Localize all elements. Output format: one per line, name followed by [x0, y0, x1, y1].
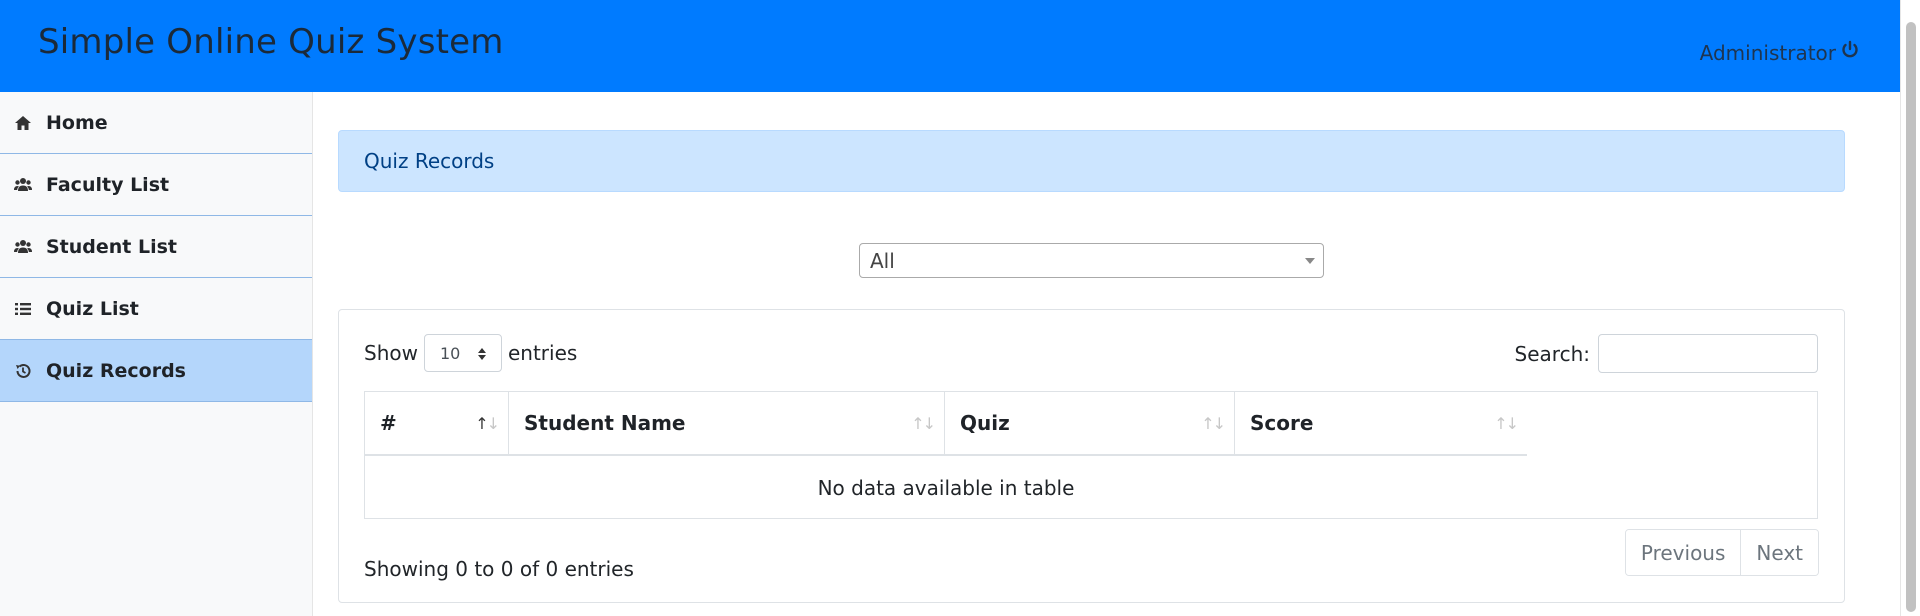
- sidebar-item-faculty-list[interactable]: Faculty List: [0, 154, 312, 216]
- sidebar-item-student-list[interactable]: Student List: [0, 216, 312, 278]
- sort-icon: ↑↓: [1494, 414, 1519, 433]
- quiz-filter-select[interactable]: All: [859, 243, 1324, 278]
- records-table: # ↑↓ Student Name ↑↓ Quiz ↑↓ Score ↑↓ No…: [364, 391, 1818, 519]
- column-header-score[interactable]: Score ↑↓: [1235, 392, 1527, 454]
- page-scrollbar[interactable]: [1900, 0, 1920, 616]
- column-header-student-name[interactable]: Student Name ↑↓: [509, 392, 945, 454]
- users-icon: [14, 176, 32, 194]
- list-icon: [14, 300, 32, 318]
- search-label: Search:: [1514, 341, 1590, 366]
- select-arrows-icon: [477, 348, 486, 360]
- chevron-down-icon: [1305, 258, 1315, 264]
- entries-label: entries: [507, 341, 578, 365]
- sidebar-item-home[interactable]: Home: [0, 92, 312, 154]
- sidebar-item-label: Quiz List: [46, 297, 139, 320]
- column-header-number[interactable]: # ↑↓: [365, 392, 509, 454]
- page-length-select[interactable]: 10: [423, 334, 502, 372]
- sidebar-item-quiz-list[interactable]: Quiz List: [0, 278, 312, 340]
- page-length-control: Show 10 entries: [364, 334, 577, 372]
- column-header-label: Score: [1250, 411, 1314, 435]
- table-info: Showing 0 to 0 of 0 entries: [364, 557, 634, 581]
- table-search: Search:: [1515, 334, 1818, 373]
- next-page-button[interactable]: Next: [1740, 530, 1818, 575]
- table-header-row: # ↑↓ Student Name ↑↓ Quiz ↑↓ Score ↑↓: [365, 392, 1527, 456]
- sort-icon: ↑↓: [1201, 414, 1226, 433]
- show-label: Show: [364, 341, 418, 365]
- sort-icon: ↑↓: [911, 414, 936, 433]
- previous-page-button[interactable]: Previous: [1625, 530, 1741, 575]
- sidebar-item-label: Quiz Records: [46, 359, 186, 382]
- sidebar: Home Faculty List Student List Quiz List…: [0, 92, 313, 616]
- sidebar-item-label: Faculty List: [46, 173, 170, 196]
- top-navbar: Simple Online Quiz System Administrator: [0, 0, 1900, 92]
- quiz-filter-selected-value: All: [870, 248, 895, 273]
- page-length-value: 10: [439, 343, 461, 363]
- user-menu[interactable]: Administrator: [1700, 40, 1860, 65]
- scrollbar-thumb[interactable]: [1906, 22, 1916, 612]
- column-header-label: Student Name: [524, 411, 686, 435]
- users-icon: [14, 238, 32, 256]
- search-input[interactable]: [1598, 334, 1818, 373]
- column-header-quiz[interactable]: Quiz ↑↓: [945, 392, 1235, 454]
- sidebar-item-label: Home: [46, 111, 108, 134]
- sidebar-item-label: Student List: [46, 235, 178, 258]
- page-heading-alert: Quiz Records: [338, 130, 1845, 192]
- empty-table-message: No data available in table: [817, 475, 1075, 500]
- column-header-label: Quiz: [960, 411, 1010, 435]
- column-header-label: #: [380, 411, 397, 435]
- pagination: Previous Next: [1624, 529, 1819, 576]
- brand-title[interactable]: Simple Online Quiz System: [38, 22, 504, 62]
- history-icon: [14, 362, 32, 380]
- sidebar-item-quiz-records[interactable]: Quiz Records: [0, 340, 312, 402]
- home-icon: [14, 114, 32, 132]
- user-label: Administrator: [1699, 40, 1836, 65]
- power-icon: [1840, 40, 1860, 65]
- records-card: Show 10 entries Search: # ↑↓ Student Nam…: [338, 309, 1845, 603]
- sort-asc-icon: ↑↓: [475, 414, 500, 433]
